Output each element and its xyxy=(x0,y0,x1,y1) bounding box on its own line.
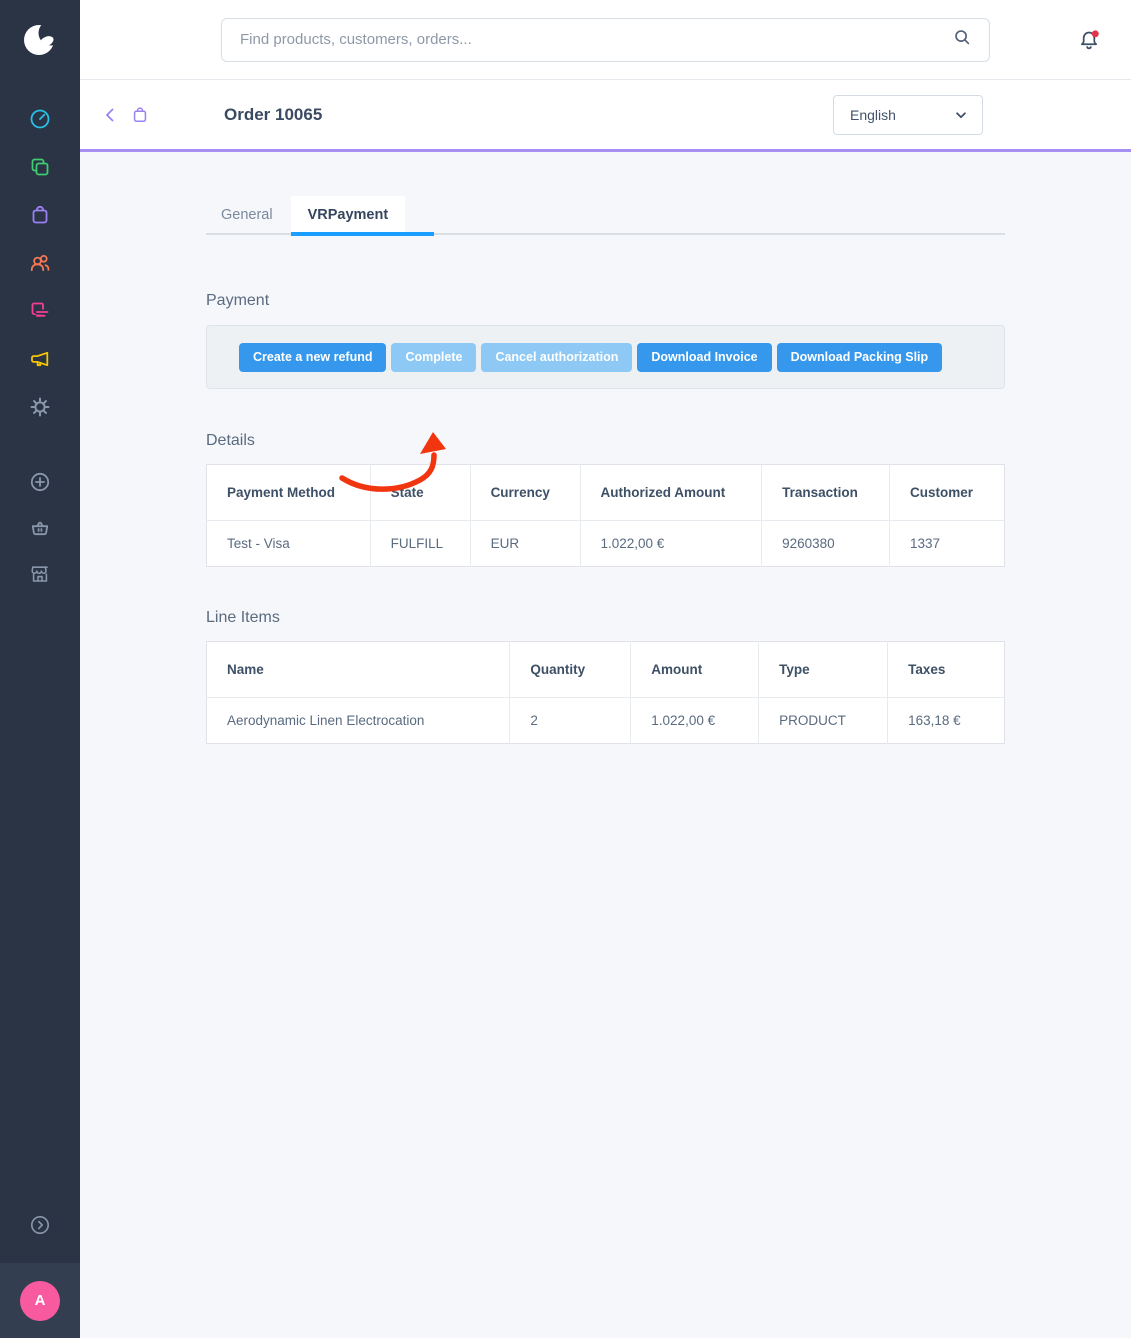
create-refund-button[interactable]: Create a new refund xyxy=(239,343,386,372)
bell-icon xyxy=(1076,28,1102,54)
payment-section-heading: Payment xyxy=(206,292,1005,310)
line-items-col-name: Name xyxy=(207,642,510,698)
language-select-value: English xyxy=(850,107,954,123)
gear-icon xyxy=(28,395,52,419)
sidebar-item-customers[interactable] xyxy=(28,251,52,275)
line-items-cell-type: PRODUCT xyxy=(759,698,888,744)
details-table: Payment Method State Currency Authorized… xyxy=(206,464,1005,567)
line-items-col-quantity: Quantity xyxy=(510,642,631,698)
chevron-right-circle-icon xyxy=(28,1213,52,1237)
sidebar-item-products[interactable] xyxy=(28,155,52,179)
details-cell-state: FULFILL xyxy=(370,521,470,567)
language-select[interactable]: English xyxy=(833,95,983,135)
details-col-authorized-amount: Authorized Amount xyxy=(580,465,762,521)
cancel-authorization-button[interactable]: Cancel authorization xyxy=(481,343,632,372)
sidebar-item-content[interactable] xyxy=(28,299,52,323)
sidebar-item-dashboard[interactable] xyxy=(28,107,52,131)
details-col-payment-method: Payment Method xyxy=(207,465,371,521)
user-avatar[interactable]: A xyxy=(20,1281,60,1321)
overlapping-squares-icon xyxy=(28,155,52,179)
layout-lines-icon xyxy=(28,299,52,323)
line-items-section-heading: Line Items xyxy=(206,609,1005,627)
line-items-table: Name Quantity Amount Type Taxes Aerodyna… xyxy=(206,641,1005,744)
details-cell-payment-method: Test - Visa xyxy=(207,521,371,567)
global-search[interactable] xyxy=(221,18,990,62)
details-cell-customer: 1337 xyxy=(890,521,1005,567)
storefront-icon xyxy=(28,562,52,586)
tab-general[interactable]: General xyxy=(221,196,273,233)
sidebar-main-nav xyxy=(28,107,52,419)
sidebar-expand-button[interactable] xyxy=(28,1213,52,1237)
download-packing-slip-button[interactable]: Download Packing Slip xyxy=(777,343,943,372)
notification-dot xyxy=(1092,30,1099,37)
smart-bar: Order 10065 English xyxy=(80,80,1131,152)
details-table-row: Test - Visa FULFILL EUR 1.022,00 € 92603… xyxy=(207,521,1005,567)
content-area: General VRPayment Payment Create a new r… xyxy=(80,152,1131,1338)
sidebar-item-marketing[interactable] xyxy=(28,347,52,371)
notifications-button[interactable] xyxy=(1076,28,1102,54)
megaphone-icon xyxy=(28,347,52,371)
search-input[interactable] xyxy=(238,30,951,49)
details-col-state: State xyxy=(370,465,470,521)
details-cell-currency: EUR xyxy=(470,521,580,567)
shopware-logo[interactable] xyxy=(0,0,80,80)
sidebar-item-storefront[interactable] xyxy=(28,562,52,586)
back-button[interactable] xyxy=(101,106,119,124)
chevron-down-icon xyxy=(954,108,968,122)
chevron-left-icon xyxy=(101,106,119,124)
sidebar-item-orders[interactable] xyxy=(28,203,52,227)
details-section-heading: Details xyxy=(206,432,1005,450)
people-icon xyxy=(28,251,52,275)
details-col-transaction: Transaction xyxy=(762,465,890,521)
sidebar: A xyxy=(0,0,80,1338)
line-items-cell-name: Aerodynamic Linen Electrocation xyxy=(207,698,510,744)
search-icon[interactable] xyxy=(951,26,973,53)
shopware-logo-icon xyxy=(20,20,60,60)
details-col-currency: Currency xyxy=(470,465,580,521)
details-header-row: Payment Method State Currency Authorized… xyxy=(207,465,1005,521)
sidebar-item-my-extensions[interactable] xyxy=(28,516,52,540)
sidebar-item-settings[interactable] xyxy=(28,395,52,419)
order-module-icon xyxy=(130,105,150,125)
tab-bar: General VRPayment xyxy=(206,196,1005,235)
line-items-header-row: Name Quantity Amount Type Taxes xyxy=(207,642,1005,698)
line-items-col-type: Type xyxy=(759,642,888,698)
details-cell-authorized-amount: 1.022,00 € xyxy=(580,521,762,567)
line-items-col-amount: Amount xyxy=(631,642,759,698)
plus-circle-icon xyxy=(28,470,52,494)
sidebar-item-extensions[interactable] xyxy=(28,470,52,494)
page-title: Order 10065 xyxy=(224,105,322,125)
line-items-cell-amount: 1.022,00 € xyxy=(631,698,759,744)
active-tab-underline xyxy=(291,232,434,236)
tab-vrpayment[interactable]: VRPayment xyxy=(291,196,406,233)
complete-button[interactable]: Complete xyxy=(391,343,476,372)
sidebar-secondary-nav xyxy=(28,470,52,586)
payment-actions-panel: Create a new refund Complete Cancel auth… xyxy=(206,325,1005,389)
line-items-cell-taxes: 163,18 € xyxy=(888,698,1005,744)
line-items-col-taxes: Taxes xyxy=(888,642,1005,698)
line-items-cell-quantity: 2 xyxy=(510,698,631,744)
download-invoice-button[interactable]: Download Invoice xyxy=(637,343,771,372)
basket-icon xyxy=(28,516,52,540)
topbar xyxy=(80,0,1131,80)
line-items-table-row: Aerodynamic Linen Electrocation 2 1.022,… xyxy=(207,698,1005,744)
shopping-bag-icon xyxy=(28,203,52,227)
sidebar-user-strip: A xyxy=(0,1263,80,1338)
tab-vrpayment-label: VRPayment xyxy=(308,207,389,223)
main-column: Order 10065 English General VRPayment Pa… xyxy=(80,0,1131,1338)
details-col-customer: Customer xyxy=(890,465,1005,521)
gauge-icon xyxy=(28,107,52,131)
shopping-bag-icon xyxy=(130,105,150,125)
details-cell-transaction: 9260380 xyxy=(762,521,890,567)
